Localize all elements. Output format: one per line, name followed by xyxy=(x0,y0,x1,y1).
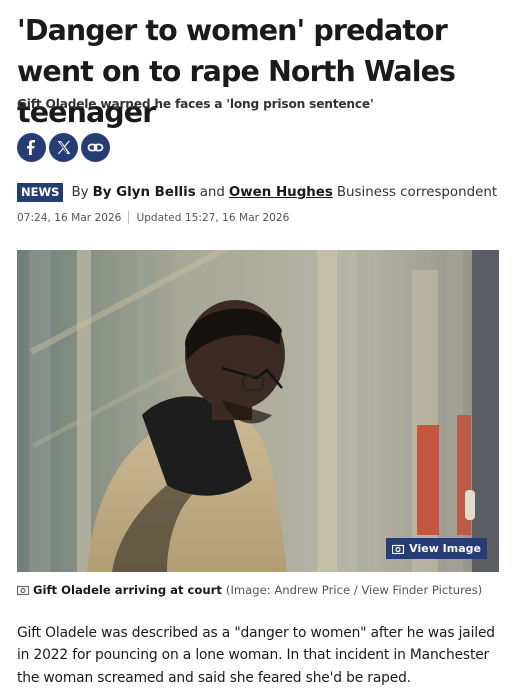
view-image-button[interactable]: View Image xyxy=(386,538,487,559)
byline-and: and xyxy=(199,185,225,200)
article-standfirst: Gift Oladele warned he faces a 'long pri… xyxy=(17,97,374,111)
facebook-share-button[interactable] xyxy=(17,133,46,162)
hero-photo xyxy=(17,250,499,572)
caption-text: Gift Oladele arriving at court xyxy=(33,583,222,597)
view-image-label: View Image xyxy=(409,542,481,555)
byline-by: By xyxy=(71,185,89,200)
camera-icon xyxy=(392,544,405,554)
author-glyn-bellis[interactable]: By Glyn Bellis xyxy=(93,185,196,200)
author-role: Business correspondent xyxy=(336,185,498,200)
hero-image[interactable]: View Image xyxy=(17,250,499,572)
article-body-paragraph: Gift Oladele was described as a "danger … xyxy=(17,625,495,686)
share-buttons xyxy=(17,133,110,162)
x-icon xyxy=(57,140,71,155)
article-dates: 07:24, 16 Mar 2026 Updated 15:27, 16 Mar… xyxy=(17,211,289,224)
x-share-button[interactable] xyxy=(49,133,78,162)
link-icon xyxy=(87,143,104,152)
image-caption: Gift Oladele arriving at court (Image: A… xyxy=(17,583,482,597)
date-divider xyxy=(128,211,130,224)
published-time: 07:24, 16 Mar 2026 xyxy=(17,211,122,224)
news-badge[interactable]: NEWS xyxy=(17,183,64,202)
author-owen-hughes[interactable]: Owen Hughes xyxy=(229,185,333,200)
camera-icon xyxy=(17,585,29,595)
facebook-icon xyxy=(27,140,35,155)
copy-link-button[interactable] xyxy=(81,133,110,162)
caption-credit: (Image: Andrew Price / View Finder Pictu… xyxy=(225,583,483,597)
article-headline: 'Danger to women' predator went on to ra… xyxy=(17,14,456,129)
updated-time: Updated 15:27, 16 Mar 2026 xyxy=(136,211,290,224)
byline: NEWS By By Glyn Bellis and Owen Hughes B… xyxy=(17,183,497,202)
